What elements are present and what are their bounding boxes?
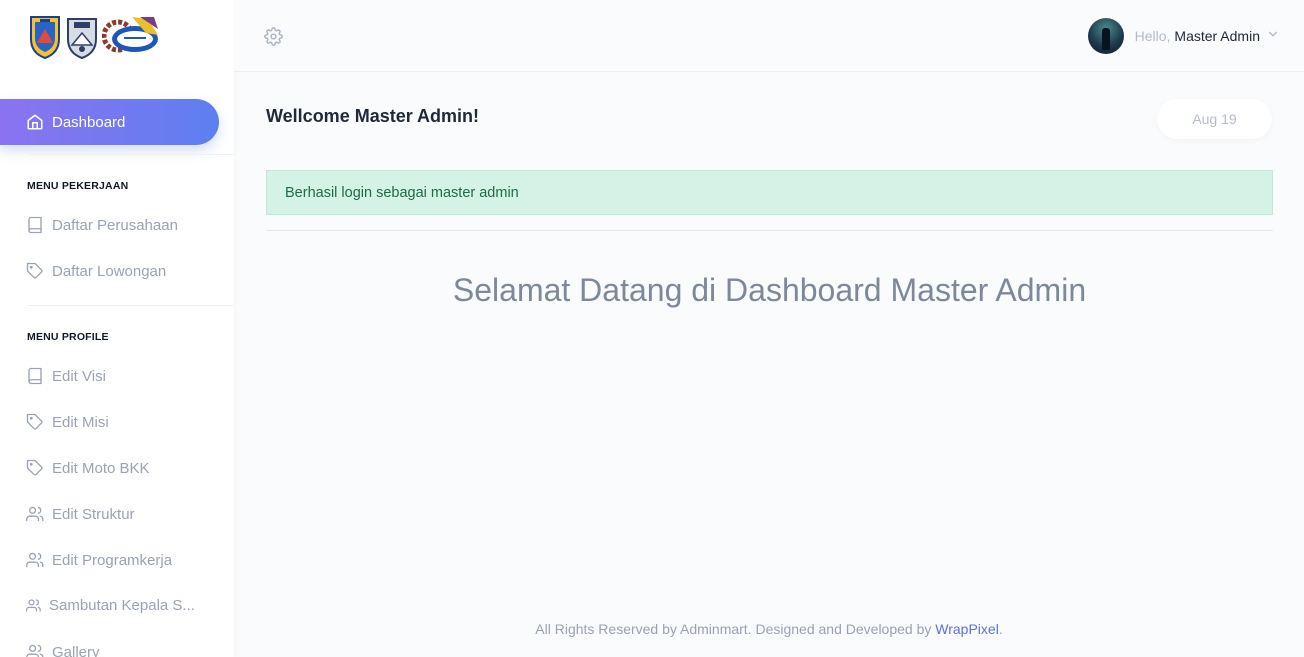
sidebar-item-daftar-lowongan[interactable]: Daftar Lowongan — [26, 262, 166, 280]
sidebar-item-label: Edit Misi — [52, 413, 109, 431]
user-name[interactable]: Master Admin — [1174, 28, 1260, 44]
sidebar: Dashboard MENU PEKERJAAN Daftar Perusaha… — [0, 0, 234, 657]
sidebar-divider — [27, 154, 234, 155]
topbar: Hello, Master Admin — [234, 0, 1304, 72]
sidebar-item-label: Edit Moto BKK — [52, 459, 150, 477]
success-alert: Berhasil login sebagai master admin — [266, 170, 1273, 215]
sidebar-item-edit-moto-bkk[interactable]: Edit Moto BKK — [26, 459, 150, 477]
sidebar-item-label: Edit Struktur — [52, 505, 135, 523]
provincial-emblem-logo — [28, 13, 62, 64]
book-icon — [26, 367, 46, 385]
book-icon — [26, 216, 46, 234]
gear-icon[interactable] — [264, 27, 283, 51]
bkk-logo — [101, 13, 160, 64]
sidebar-item-sambutan-kepala-sekolah[interactable]: Sambutan Kepala S... — [26, 597, 195, 614]
footer-link-wrappixel[interactable]: WrapPixel — [935, 621, 999, 637]
chevron-down-icon[interactable] — [1266, 27, 1280, 46]
sidebar-item-dashboard[interactable]: Dashboard — [0, 99, 219, 145]
tag-icon — [26, 459, 46, 477]
sidebar-item-edit-struktur[interactable]: Edit Struktur — [26, 505, 135, 523]
section-title-menu-profile: MENU PROFILE — [27, 331, 109, 343]
sidebar-item-edit-visi[interactable]: Edit Visi — [26, 367, 106, 385]
sidebar-item-label: Edit Visi — [52, 367, 106, 385]
page-title: Wellcome Master Admin! — [266, 106, 480, 126]
user-menu[interactable]: Hello, Master Admin — [1087, 18, 1280, 54]
avatar[interactable] — [1087, 18, 1124, 54]
sidebar-item-label: Dashboard — [52, 113, 126, 131]
home-icon — [26, 113, 44, 131]
sidebar-item-edit-misi[interactable]: Edit Misi — [26, 413, 109, 431]
sidebar-item-label: Daftar Perusahaan — [52, 216, 178, 234]
sidebar-item-label: Daftar Lowongan — [52, 262, 167, 280]
footer-text: All Rights Reserved by Adminmart. Design… — [535, 621, 936, 637]
tag-icon — [26, 262, 46, 280]
section-title-menu-pekerjaan: MENU PEKERJAAN — [27, 180, 129, 192]
sidebar-divider — [27, 305, 234, 306]
tag-icon — [26, 413, 46, 431]
sidebar-item-label: Edit Programkerja — [52, 551, 173, 569]
alert-message: Berhasil login sebagai master admin — [285, 184, 519, 201]
users-icon — [26, 643, 46, 657]
sidebar-item-gallery[interactable]: Gallery — [26, 643, 100, 657]
greeting-text: Hello, — [1134, 28, 1171, 44]
users-icon — [26, 551, 46, 569]
footer: All Rights Reserved by Adminmart. Design… — [234, 621, 1304, 637]
school-emblem-logo — [66, 13, 98, 64]
sidebar-item-edit-programkerja[interactable]: Edit Programkerja — [26, 551, 172, 569]
logo-group[interactable] — [28, 14, 160, 62]
sidebar-item-label: Gallery — [52, 643, 100, 657]
users-icon — [26, 598, 42, 613]
dashboard-headline: Selamat Datang di Dashboard Master Admin — [452, 272, 1087, 308]
content-divider — [266, 230, 1273, 231]
users-icon — [26, 505, 46, 523]
footer-text-end: . — [998, 621, 1003, 637]
date-selector[interactable]: Aug 19 — [1157, 99, 1272, 139]
sidebar-item-label: Sambutan Kepala S... — [49, 597, 195, 614]
sidebar-item-daftar-perusahaan[interactable]: Daftar Perusahaan — [26, 216, 178, 234]
